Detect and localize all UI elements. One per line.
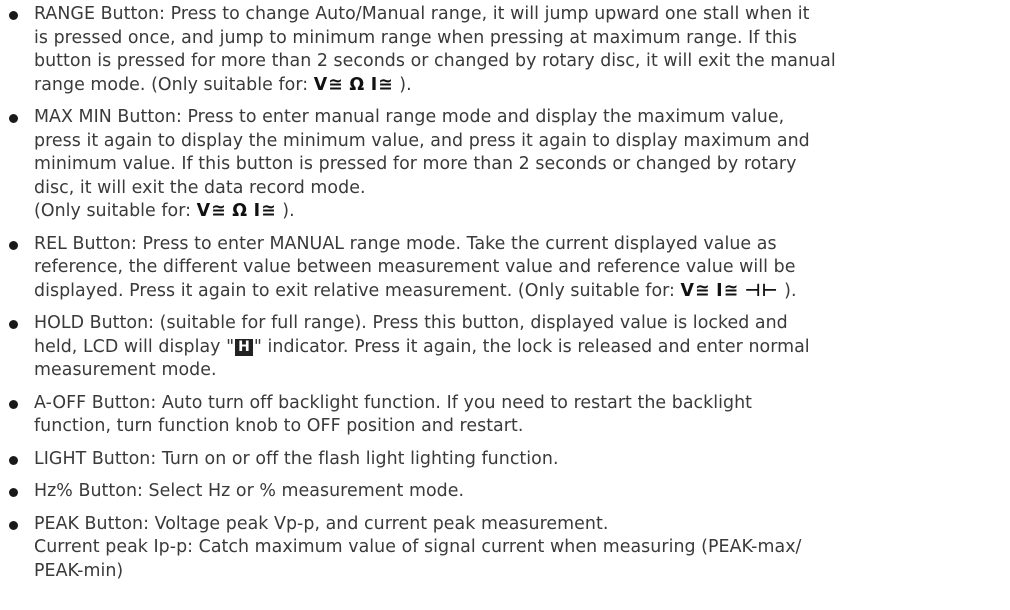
bullet-icon <box>9 488 18 497</box>
text-line: PEAK Button: Voltage peak Vp-p, and curr… <box>34 513 609 534</box>
text-line: (Only suitable for: V≅ Ω I≅ ). <box>34 200 1004 224</box>
list-item-peak-button: PEAK Button: Voltage peak Vp-p, and curr… <box>0 513 1010 584</box>
bullet-icon <box>9 240 18 250</box>
ohm-symbol-icon: Ω <box>349 74 366 95</box>
text-line: MAX MIN Button: Press to enter manual ra… <box>34 107 785 127</box>
voltage-symbol-icon: V≅ <box>196 201 227 221</box>
voltage-symbol-icon: V≅ <box>313 74 344 95</box>
current-symbol-icon: I≅ <box>253 201 277 221</box>
list-item-a-off-button: A-OFF Button: Auto turn off backlight fu… <box>0 392 1010 439</box>
current-symbol-icon: I≅ <box>370 74 394 95</box>
text-line: measurement mode. <box>34 360 217 380</box>
text-line: range mode. (Only suitable for: V≅ Ω I≅ … <box>34 74 1004 98</box>
text-line: disc, it will exit the data record mode. <box>34 177 366 198</box>
bullet-icon <box>9 399 18 409</box>
text-line: PEAK-min) <box>34 560 124 581</box>
button-description-list: RANGE Button: Press to change Auto/Manua… <box>0 3 1010 583</box>
list-item-hz-button: Hz% Button: Select Hz or % measurement m… <box>0 480 1010 504</box>
bullet-icon <box>9 520 18 530</box>
text-fragment: (Only suitable for: <box>34 201 197 221</box>
current-symbol-icon: I≅ <box>716 280 740 301</box>
text-line: Hz% Button: Select Hz or % measurement m… <box>34 481 465 501</box>
bullet-icon <box>9 11 18 20</box>
text-line: HOLD Button: (suitable for full range). … <box>34 313 788 333</box>
bullet-icon <box>9 455 18 465</box>
text-line: A-OFF Button: Auto turn off backlight fu… <box>34 392 753 413</box>
text-fragment: displayed. Press it again to exit relati… <box>34 280 681 301</box>
list-item-hold-button: HOLD Button: (suitable for full range). … <box>0 312 1010 383</box>
text-fragment: range mode. (Only suitable for: <box>34 74 314 95</box>
manual-page: RANGE Button: Press to change Auto/Manua… <box>0 0 1010 610</box>
capacitor-symbol-icon: ⊣⊢ <box>744 280 779 301</box>
text-line: REL Button: Press to enter MANUAL range … <box>34 233 777 254</box>
text-fragment: ). <box>276 201 295 221</box>
text-line: minimum value. If this button is pressed… <box>34 154 797 174</box>
text-fragment: held, LCD will display " <box>34 336 235 357</box>
text-line: reference, the different value between m… <box>34 257 796 277</box>
text-line: press it again to display the minimum va… <box>34 130 810 151</box>
text-fragment: ). <box>393 74 412 95</box>
bullet-icon <box>9 320 18 329</box>
hold-indicator-icon: H <box>235 338 253 356</box>
text-line: button is pressed for more than 2 second… <box>34 51 836 71</box>
text-line: RANGE Button: Press to change Auto/Manua… <box>34 4 810 24</box>
text-fragment: ). <box>778 280 797 301</box>
text-fragment: " indicator. Press it again, the lock is… <box>253 336 810 357</box>
list-item-max-min-button: MAX MIN Button: Press to enter manual ra… <box>0 106 1010 224</box>
list-item-range-button: RANGE Button: Press to change Auto/Manua… <box>0 3 1010 97</box>
list-item-light-button: LIGHT Button: Turn on or off the flash l… <box>0 448 1010 472</box>
voltage-symbol-icon: V≅ <box>680 280 711 301</box>
text-line: function, turn function knob to OFF posi… <box>34 416 524 436</box>
text-line: Current peak Ip-p: Catch maximum value o… <box>34 537 802 557</box>
text-line: LIGHT Button: Turn on or off the flash l… <box>34 448 559 469</box>
ohm-symbol-icon: Ω <box>232 201 249 221</box>
list-item-rel-button: REL Button: Press to enter MANUAL range … <box>0 233 1010 304</box>
bullet-icon <box>9 114 18 123</box>
text-line: displayed. Press it again to exit relati… <box>34 280 1004 304</box>
text-line: held, LCD will display " H " indicator. Pr… <box>34 336 1004 360</box>
text-line: is pressed once, and jump to minimum ran… <box>34 27 797 48</box>
